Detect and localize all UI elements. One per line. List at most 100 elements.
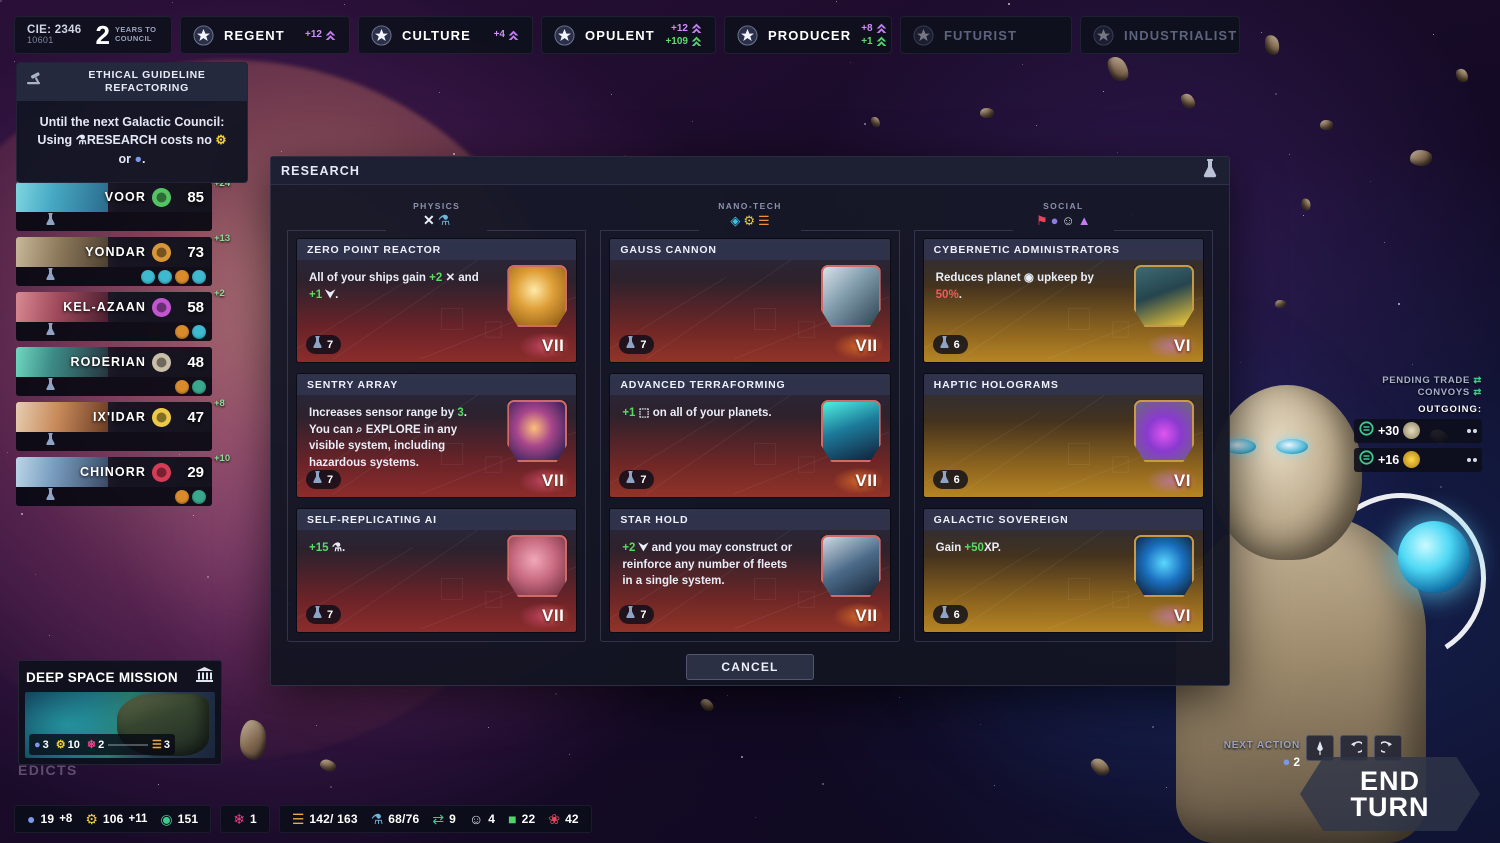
resource-research[interactable]: ⚗ 68/76 xyxy=(371,811,420,828)
resource-credits[interactable]: ⚙ 106 +11 xyxy=(85,811,147,828)
card-tier-label: VI xyxy=(1173,471,1191,490)
turn-counter-box[interactable]: CIE: 2346 10601 2 YEARS TO COUNCIL xyxy=(14,16,172,54)
trade-icon xyxy=(1359,450,1374,470)
resource-value: 68/76 xyxy=(388,812,420,826)
resource-trade[interactable]: ◉ 151 xyxy=(160,811,198,828)
research-flask-icon xyxy=(311,470,324,489)
star xyxy=(488,727,489,728)
mask-icon: ● xyxy=(1050,213,1059,228)
civ-row-ixidar[interactable]: IX'IDAR 47 +8 xyxy=(16,398,225,451)
end-turn-line2: TURN xyxy=(1350,792,1430,822)
resource-food[interactable]: ■ 22 xyxy=(508,811,535,827)
tech-card-sentry-array[interactable]: SENTRY ARRAY Increases sensor range by 3.… xyxy=(296,373,578,498)
star xyxy=(836,1,837,2)
civ-row-voor[interactable]: VOOR 85 +24 xyxy=(16,178,230,231)
research-flask-icon xyxy=(46,323,55,335)
card-research-cost: 6 xyxy=(932,335,968,354)
council-seats: REGENT +12 CULTURE +4 OPULENT +12 +109 PRODUCER… xyxy=(180,16,1240,54)
star xyxy=(692,121,693,122)
mission-title: DEEP SPACE MISSION xyxy=(26,669,178,685)
tech-card-self-replicating-ai[interactable]: SELF-REPLICATING AI +15 ⚗. 7 VII xyxy=(296,508,578,633)
star xyxy=(453,153,455,155)
influence-icon: ● xyxy=(34,738,41,751)
card-cost-value: 6 xyxy=(953,338,960,351)
civ-row-chinorr[interactable]: CHINORR 29 +10 xyxy=(16,453,230,506)
sovereign-icon xyxy=(1133,535,1194,597)
tech-card-zero-point-reactor[interactable]: ZERO POINT REACTOR All of your ships gain… xyxy=(296,238,578,363)
atom-icon xyxy=(507,265,568,327)
tech-column-icons: ◈ ⚙ ☰ xyxy=(730,212,769,230)
card-tier-label: VII xyxy=(855,471,878,490)
research-flask-icon xyxy=(311,335,324,354)
council-seat-producer[interactable]: PRODUCER +8 +1 xyxy=(724,16,892,54)
council-seat-regent[interactable]: REGENT +12 xyxy=(180,16,350,54)
deep-space-mission-card[interactable]: DEEP SPACE MISSION ● 3 ⚙ 10 ❄ 2 ☰ 3 xyxy=(18,660,222,765)
council-seat-opulent[interactable]: OPULENT +12 +109 xyxy=(541,16,716,54)
star xyxy=(1391,694,1392,695)
ethical-panel-title: ETHICAL GUIDELINE REFACTORING xyxy=(88,69,206,95)
cancel-button[interactable]: CANCEL xyxy=(686,654,814,680)
civ-row-kelazaan[interactable]: KEL-AZAAN 58 +2 xyxy=(16,288,225,341)
civ-main-row: CHINORR 29 xyxy=(16,457,212,487)
mission-cost-item: ● 3 xyxy=(34,739,49,751)
convoy-dot xyxy=(1473,457,1477,462)
council-seat-label: PRODUCER xyxy=(768,27,852,43)
tech-card-gauss-cannon[interactable]: GAUSS CANNON 7 VII xyxy=(609,238,891,363)
trade-convoy-row[interactable]: +16 xyxy=(1354,447,1482,472)
cannon-icon xyxy=(820,265,881,327)
resource-military[interactable]: ❀ 42 xyxy=(548,811,578,828)
tech-column-physics: PHYSICS ✕ ⚗ ZERO POINT REACTOR All of your s… xyxy=(287,201,587,642)
exchange-icon: ⇄ xyxy=(432,810,445,827)
ethical-line2-token: RESEARCH xyxy=(86,133,157,148)
council-seat-futurist[interactable]: FUTURIST xyxy=(900,16,1072,54)
star xyxy=(1152,726,1154,728)
civ-row-roderian[interactable]: RODERIAN 48 xyxy=(16,347,212,396)
star xyxy=(1240,362,1241,363)
resource-status-bar: ● 19 +8 ⚙ 106 +11 ◉ 151 ❄ 1 ☰ 142/ 163 ⚗ 68/76 ⇄ 9 ☺ 4 ■… xyxy=(14,805,592,833)
droplet-icon: ◈ xyxy=(730,213,741,228)
star xyxy=(7,452,8,453)
trade-convoy-row[interactable]: +30 xyxy=(1354,418,1482,443)
tech-card-advanced-terraforming[interactable]: ADVANCED TERRAFORMING +1 ⬚ on all of your… xyxy=(609,373,891,498)
ethical-guideline-panel[interactable]: ETHICAL GUIDELINE REFACTORING Until the … xyxy=(16,62,248,183)
years-label: YEARS TO COUNCIL xyxy=(115,26,156,43)
next-action-count: 2 xyxy=(1293,754,1300,769)
resource-group-special: ❄ 1 xyxy=(220,805,270,833)
convoy-progress-dots xyxy=(1467,457,1477,462)
resource-influence[interactable]: ● 19 +8 xyxy=(27,811,72,827)
civ-trait-icon xyxy=(192,489,206,504)
next-action-label: NEXT ACTION xyxy=(1223,740,1300,751)
tech-card-star-hold[interactable]: STAR HOLD +2 ⮟ and you may construct or r… xyxy=(609,508,891,633)
star xyxy=(1036,125,1037,126)
star xyxy=(864,123,866,125)
civ-row-yondar[interactable]: YONDAR 73 +13 xyxy=(16,233,230,286)
resource-minerals[interactable]: ☰ 142/ 163 xyxy=(292,811,358,828)
council-seat-industrialist[interactable]: INDUSTRIALIST xyxy=(1080,16,1240,54)
civ-score: 29 xyxy=(187,463,204,481)
resource-approval[interactable]: ☺ 4 xyxy=(469,811,495,827)
tech-card-haptic-holograms[interactable]: HAPTIC HOLOGRAMS 6 VI xyxy=(922,373,1204,498)
civ-score: 58 xyxy=(187,298,204,316)
resource-value: 22 xyxy=(521,812,536,826)
civ-main-row: VOOR 85 xyxy=(16,182,212,212)
resource-value: 19 xyxy=(40,812,55,826)
council-seat-label: OPULENT xyxy=(585,27,655,43)
research-flask-icon xyxy=(44,432,57,451)
resource-exchange[interactable]: ⇄ 9 xyxy=(432,811,456,828)
tech-card-galactic-sovereign[interactable]: GALACTIC SOVEREIGN Gain +50XP. 6 VI xyxy=(922,508,1204,633)
mission-reward-value: 3 xyxy=(163,738,170,751)
council-seat-culture[interactable]: CULTURE +4 xyxy=(358,16,533,54)
tech-card-cybernetic-administrators[interactable]: CYBERNETIC ADMINISTRATORS Reduces planet … xyxy=(922,238,1204,363)
star xyxy=(281,151,282,152)
civ-subrow xyxy=(16,322,212,341)
tech-column-label: PHYSICS xyxy=(413,201,461,211)
end-turn-button[interactable]: END TURN xyxy=(1300,757,1480,831)
brain-icon xyxy=(507,535,568,597)
galaxy-icon xyxy=(507,400,568,462)
minerals-icon: ☰ xyxy=(291,810,305,827)
resource-gem[interactable]: ❄ 1 xyxy=(233,811,257,828)
next-action-count-row: ● 2 xyxy=(1180,754,1300,769)
tech-column-frame: GAUSS CANNON 7 VII ADVANCED TERRAFORMING +1 … xyxy=(600,230,900,642)
star xyxy=(741,756,743,758)
council-seat-gain: +12 +109 xyxy=(665,22,703,48)
